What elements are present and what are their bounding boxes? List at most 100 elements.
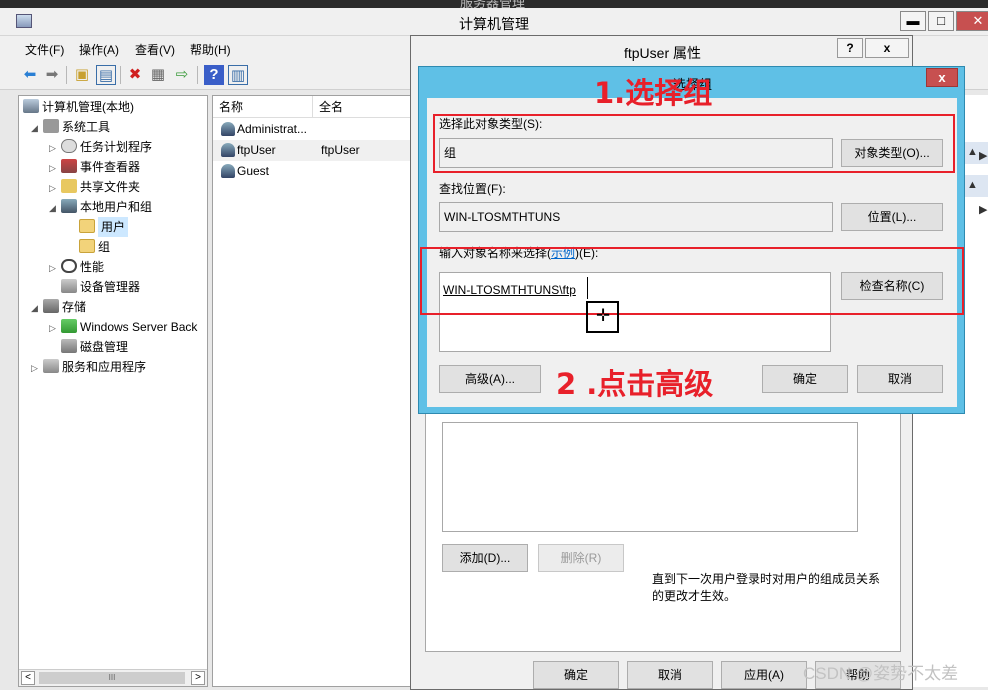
clock-icon: [61, 139, 77, 153]
tree-item-label: 共享文件夹: [80, 180, 141, 194]
menu-action[interactable]: 操作(A): [79, 41, 119, 58]
main-window-title: 计算机管理: [459, 16, 529, 32]
expand-arrow-icon[interactable]: ◢: [31, 298, 43, 318]
user-icon: [221, 122, 235, 136]
up-folder-icon[interactable]: ▣: [72, 65, 92, 85]
device-manager-icon: [61, 279, 77, 293]
main-title-bar: 计算机管理 ▬ □ ✕: [0, 8, 988, 36]
export-icon[interactable]: ⇨: [172, 65, 192, 85]
more-actions-arrow-icon[interactable]: ▶: [979, 203, 987, 216]
ok-button[interactable]: 确定: [533, 661, 619, 689]
expand-arrow-icon[interactable]: ▷: [49, 158, 61, 178]
delete-icon[interactable]: ✖: [125, 65, 145, 85]
tree-item-device-manager[interactable]: 设备管理器: [61, 277, 140, 297]
step-1-highlight-box: [433, 114, 955, 173]
scroll-right-button[interactable]: >: [191, 671, 205, 685]
tree-item-event-viewer[interactable]: ▷ 事件查看器: [49, 157, 140, 178]
show-hide-tree-icon[interactable]: ▤: [96, 65, 116, 85]
cancel-button[interactable]: 取消: [627, 661, 713, 689]
scroll-thumb[interactable]: III: [39, 672, 185, 684]
tree-item-disk-management[interactable]: 磁盘管理: [61, 337, 128, 357]
console-tree: 计算机管理(本地) ◢ 系统工具 ▷ 任务计划程序 ▷ 事件查看器 ▷ 共享文件夹 ◢ 本…: [18, 95, 208, 687]
tree-item-label: 本地用户和组: [80, 200, 153, 214]
expand-arrow-icon[interactable]: ▷: [49, 138, 61, 158]
help-icon[interactable]: ?: [204, 65, 224, 85]
computer-icon: [23, 99, 39, 113]
menu-help[interactable]: 帮助(H): [190, 41, 231, 58]
collapse-arrow-icon[interactable]: ▲: [967, 146, 978, 158]
services-icon: [43, 359, 59, 373]
mouse-cursor-marker: ✛: [586, 301, 619, 333]
tree-item-local-users-groups[interactable]: ◢ 本地用户和组: [49, 197, 152, 218]
apply-button[interactable]: 应用(A): [721, 661, 807, 689]
membership-note: 直到下一次用户登录时对用户的组成员关系的更改才生效。: [652, 572, 881, 603]
storage-icon: [43, 299, 59, 313]
tree-item-services-apps[interactable]: ▷ 服务和应用程序: [31, 357, 146, 378]
tree-item-shared-folders[interactable]: ▷ 共享文件夹: [49, 177, 140, 198]
add-group-button[interactable]: 添加(D)...: [442, 544, 528, 572]
tree-item-label: 任务计划程序: [80, 140, 153, 154]
event-viewer-icon: [61, 159, 77, 173]
list-item[interactable]: Administrat...: [213, 119, 411, 140]
watermark: CSDN @姿势不太差: [803, 664, 959, 683]
tree-item-label: 磁盘管理: [80, 340, 129, 354]
tree-item-label: 性能: [80, 260, 105, 274]
expand-arrow-icon[interactable]: ▷: [49, 258, 61, 278]
tools-icon: [43, 119, 59, 133]
tree-item-label: 用户: [98, 217, 129, 237]
more-actions-arrow-icon[interactable]: ▶: [979, 149, 987, 162]
step-2-annotation: 2 .点击高级: [556, 367, 714, 401]
close-button[interactable]: x: [865, 38, 909, 58]
maximize-button[interactable]: □: [928, 11, 954, 31]
tree-item-computer-management[interactable]: 计算机管理(本地): [23, 97, 134, 117]
expand-arrow-icon[interactable]: ▷: [49, 178, 61, 198]
help-button[interactable]: ?: [837, 38, 863, 58]
tree-item-system-tools[interactable]: ◢ 系统工具: [31, 117, 110, 138]
tree-item-label: 存储: [62, 300, 87, 314]
collapse-arrow-icon[interactable]: ▲: [967, 179, 978, 191]
tree-item-label: 事件查看器: [80, 160, 141, 174]
toolbar-separator: [197, 66, 198, 84]
remove-group-button[interactable]: 删除(R): [538, 544, 624, 572]
performance-gauge-icon: [61, 259, 77, 273]
column-header-name[interactable]: 名称: [213, 96, 313, 118]
list-item[interactable]: Guest: [213, 161, 411, 182]
expand-arrow-icon[interactable]: ▷: [31, 358, 43, 378]
folder-icon: [79, 219, 95, 233]
close-button[interactable]: x: [926, 68, 958, 87]
expand-arrow-icon[interactable]: ◢: [49, 198, 61, 218]
scroll-left-button[interactable]: <: [21, 671, 35, 685]
back-arrow-icon[interactable]: ⬅: [20, 65, 40, 85]
tree-item-groups[interactable]: 组: [79, 237, 110, 257]
tree-item-label: 组: [98, 240, 111, 254]
expand-arrow-icon[interactable]: ◢: [31, 118, 43, 138]
ok-button[interactable]: 确定: [762, 365, 848, 393]
menu-view[interactable]: 查看(V): [135, 41, 175, 58]
tree-item-storage[interactable]: ◢ 存储: [31, 297, 86, 318]
forward-arrow-icon[interactable]: ➡: [42, 65, 62, 85]
locations-button[interactable]: 位置(L)...: [841, 203, 943, 231]
advanced-button[interactable]: 高级(A)...: [439, 365, 541, 393]
user-fullname: ftpUser: [321, 143, 360, 157]
tree-item-label: Windows Server Back: [80, 320, 198, 334]
view-icon[interactable]: ▥: [228, 65, 248, 85]
user-icon: [221, 164, 235, 178]
step-1-annotation: 1.选择组: [594, 76, 713, 110]
minimize-button[interactable]: ▬: [900, 11, 926, 31]
expand-arrow-icon[interactable]: ▷: [49, 318, 61, 338]
group-membership-list[interactable]: [442, 422, 858, 532]
cancel-button[interactable]: 取消: [857, 365, 943, 393]
tree-horizontal-scrollbar[interactable]: < III >: [19, 669, 207, 686]
list-item[interactable]: ftpUser ftpUser: [213, 140, 411, 161]
tree-item-performance[interactable]: ▷ 性能: [49, 257, 104, 278]
close-button[interactable]: ✕: [956, 11, 988, 31]
tree-item-users[interactable]: 用户: [79, 217, 129, 237]
user-list: 名称 全名 Administrat... ftpUser ftpUser Gue…: [212, 95, 412, 687]
tree-item-windows-server-backup[interactable]: ▷ Windows Server Back: [49, 317, 197, 338]
menu-file[interactable]: 文件(F): [25, 41, 64, 58]
folder-icon: [79, 239, 95, 253]
tree-item-task-scheduler[interactable]: ▷ 任务计划程序: [49, 137, 152, 158]
properties-icon[interactable]: ▦: [148, 65, 168, 85]
column-header-fullname[interactable]: 全名: [313, 96, 411, 118]
shared-folder-icon: [61, 179, 77, 193]
